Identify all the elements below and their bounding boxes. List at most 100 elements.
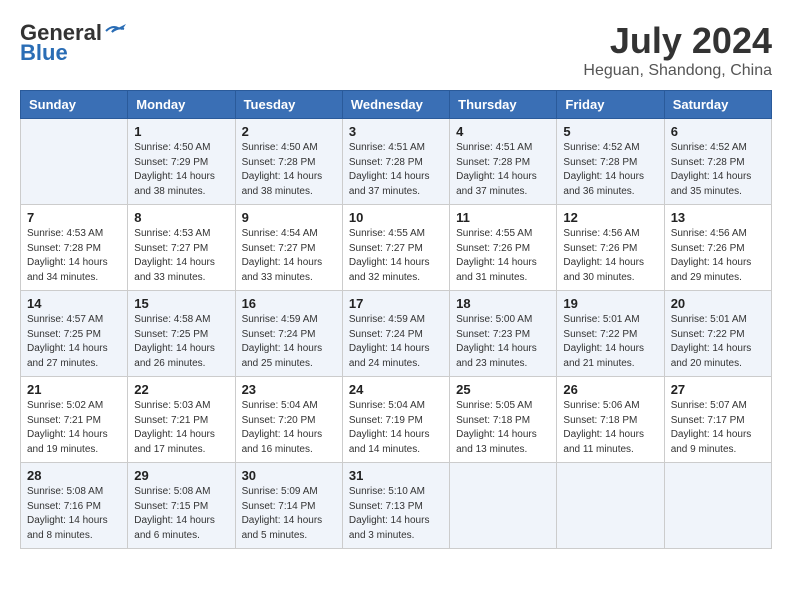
calendar-cell: 15 Sunrise: 4:58 AM Sunset: 7:25 PM Dayli…	[128, 291, 235, 377]
day-info: Sunrise: 5:08 AM Sunset: 7:15 PM Dayligh…	[134, 485, 228, 543]
day-number: 18	[456, 296, 550, 311]
day-info: Sunrise: 4:51 AM Sunset: 7:28 PM Dayligh…	[349, 141, 443, 199]
weekday-header-friday: Friday	[557, 91, 664, 119]
day-number: 14	[27, 296, 121, 311]
weekday-header-row: SundayMondayTuesdayWednesdayThursdayFrid…	[21, 91, 772, 119]
day-number: 9	[242, 210, 336, 225]
calendar-cell	[21, 119, 128, 205]
calendar-cell: 16 Sunrise: 4:59 AM Sunset: 7:24 PM Dayli…	[235, 291, 342, 377]
weekday-header-thursday: Thursday	[450, 91, 557, 119]
day-number: 1	[134, 124, 228, 139]
calendar-table: SundayMondayTuesdayWednesdayThursdayFrid…	[20, 90, 772, 549]
day-info: Sunrise: 5:07 AM Sunset: 7:17 PM Dayligh…	[671, 399, 765, 457]
calendar-week-row: 21Sunrise: 5:02 AM Sunset: 7:21 PM Dayli…	[21, 377, 772, 463]
day-info: Sunrise: 4:59 AM Sunset: 7:24 PM Dayligh…	[242, 313, 336, 371]
day-info: Sunrise: 4:52 AM Sunset: 7:28 PM Dayligh…	[563, 141, 657, 199]
calendar-cell: 1 Sunrise: 4:50 AM Sunset: 7:29 PM Daylig…	[128, 119, 235, 205]
day-info: Sunrise: 4:55 AM Sunset: 7:26 PM Dayligh…	[456, 227, 550, 285]
day-number: 13	[671, 210, 765, 225]
weekday-header-sunday: Sunday	[21, 91, 128, 119]
day-info: Sunrise: 5:08 AM Sunset: 7:16 PM Dayligh…	[27, 485, 121, 543]
day-number: 6	[671, 124, 765, 139]
calendar-cell: 27 Sunrise: 5:07 AM Sunset: 7:17 PM Dayli…	[664, 377, 771, 463]
day-info: Sunrise: 5:01 AM Sunset: 7:22 PM Dayligh…	[671, 313, 765, 371]
weekday-header-tuesday: Tuesday	[235, 91, 342, 119]
location-subtitle: Heguan, Shandong, China	[583, 62, 772, 80]
day-info: Sunrise: 5:10 AM Sunset: 7:13 PM Dayligh…	[349, 485, 443, 543]
day-info: Sunrise: 4:58 AM Sunset: 7:25 PM Dayligh…	[134, 313, 228, 371]
page-header: General Blue July 2024 Heguan, Shandong,…	[20, 20, 772, 80]
calendar-cell: 26 Sunrise: 5:06 AM Sunset: 7:18 PM Dayli…	[557, 377, 664, 463]
calendar-cell: 31Sunrise: 5:10 AM Sunset: 7:13 PM Dayli…	[342, 463, 449, 549]
day-number: 5	[563, 124, 657, 139]
calendar-cell: 6 Sunrise: 4:52 AM Sunset: 7:28 PM Daylig…	[664, 119, 771, 205]
day-info: Sunrise: 5:03 AM Sunset: 7:21 PM Dayligh…	[134, 399, 228, 457]
day-number: 12	[563, 210, 657, 225]
day-number: 25	[456, 382, 550, 397]
day-info: Sunrise: 5:04 AM Sunset: 7:20 PM Dayligh…	[242, 399, 336, 457]
logo-blue: Blue	[20, 40, 68, 66]
calendar-cell: 5 Sunrise: 4:52 AM Sunset: 7:28 PM Daylig…	[557, 119, 664, 205]
day-number: 17	[349, 296, 443, 311]
calendar-week-row: 7 Sunrise: 4:53 AM Sunset: 7:28 PM Daylig…	[21, 205, 772, 291]
day-info: Sunrise: 4:56 AM Sunset: 7:26 PM Dayligh…	[563, 227, 657, 285]
calendar-cell: 8Sunrise: 4:53 AM Sunset: 7:27 PM Daylig…	[128, 205, 235, 291]
day-number: 24	[349, 382, 443, 397]
logo: General Blue	[20, 20, 126, 66]
day-number: 22	[134, 382, 228, 397]
day-info: Sunrise: 5:01 AM Sunset: 7:22 PM Dayligh…	[563, 313, 657, 371]
day-info: Sunrise: 4:55 AM Sunset: 7:27 PM Dayligh…	[349, 227, 443, 285]
day-number: 29	[134, 468, 228, 483]
calendar-cell: 28 Sunrise: 5:08 AM Sunset: 7:16 PM Dayli…	[21, 463, 128, 549]
day-info: Sunrise: 5:05 AM Sunset: 7:18 PM Dayligh…	[456, 399, 550, 457]
weekday-header-saturday: Saturday	[664, 91, 771, 119]
day-number: 15	[134, 296, 228, 311]
day-number: 11	[456, 210, 550, 225]
day-info: Sunrise: 4:53 AM Sunset: 7:28 PM Dayligh…	[27, 227, 121, 285]
calendar-cell: 19Sunrise: 5:01 AM Sunset: 7:22 PM Dayli…	[557, 291, 664, 377]
calendar-cell	[557, 463, 664, 549]
calendar-cell: 18 Sunrise: 5:00 AM Sunset: 7:23 PM Dayli…	[450, 291, 557, 377]
day-number: 28	[27, 468, 121, 483]
day-number: 3	[349, 124, 443, 139]
calendar-cell	[664, 463, 771, 549]
day-number: 27	[671, 382, 765, 397]
day-number: 7	[27, 210, 121, 225]
day-info: Sunrise: 4:59 AM Sunset: 7:24 PM Dayligh…	[349, 313, 443, 371]
day-info: Sunrise: 4:51 AM Sunset: 7:28 PM Dayligh…	[456, 141, 550, 199]
day-number: 2	[242, 124, 336, 139]
day-info: Sunrise: 5:00 AM Sunset: 7:23 PM Dayligh…	[456, 313, 550, 371]
calendar-cell: 7 Sunrise: 4:53 AM Sunset: 7:28 PM Daylig…	[21, 205, 128, 291]
calendar-cell: 25 Sunrise: 5:05 AM Sunset: 7:18 PM Dayli…	[450, 377, 557, 463]
calendar-cell: 11 Sunrise: 4:55 AM Sunset: 7:26 PM Dayli…	[450, 205, 557, 291]
calendar-cell: 30 Sunrise: 5:09 AM Sunset: 7:14 PM Dayli…	[235, 463, 342, 549]
day-number: 26	[563, 382, 657, 397]
day-info: Sunrise: 5:06 AM Sunset: 7:18 PM Dayligh…	[563, 399, 657, 457]
calendar-cell: 17 Sunrise: 4:59 AM Sunset: 7:24 PM Dayli…	[342, 291, 449, 377]
calendar-cell: 24Sunrise: 5:04 AM Sunset: 7:19 PM Dayli…	[342, 377, 449, 463]
day-number: 23	[242, 382, 336, 397]
calendar-week-row: 14Sunrise: 4:57 AM Sunset: 7:25 PM Dayli…	[21, 291, 772, 377]
day-number: 30	[242, 468, 336, 483]
logo-bird-icon	[104, 23, 126, 39]
calendar-cell: 12 Sunrise: 4:56 AM Sunset: 7:26 PM Dayli…	[557, 205, 664, 291]
calendar-cell: 13Sunrise: 4:56 AM Sunset: 7:26 PM Dayli…	[664, 205, 771, 291]
day-number: 4	[456, 124, 550, 139]
day-number: 10	[349, 210, 443, 225]
day-number: 16	[242, 296, 336, 311]
day-info: Sunrise: 5:09 AM Sunset: 7:14 PM Dayligh…	[242, 485, 336, 543]
weekday-header-wednesday: Wednesday	[342, 91, 449, 119]
calendar-cell: 3 Sunrise: 4:51 AM Sunset: 7:28 PM Daylig…	[342, 119, 449, 205]
day-info: Sunrise: 4:54 AM Sunset: 7:27 PM Dayligh…	[242, 227, 336, 285]
day-number: 20	[671, 296, 765, 311]
calendar-cell: 23 Sunrise: 5:04 AM Sunset: 7:20 PM Dayli…	[235, 377, 342, 463]
day-info: Sunrise: 4:50 AM Sunset: 7:29 PM Dayligh…	[134, 141, 228, 199]
calendar-cell: 22 Sunrise: 5:03 AM Sunset: 7:21 PM Dayli…	[128, 377, 235, 463]
calendar-cell: 29 Sunrise: 5:08 AM Sunset: 7:15 PM Dayli…	[128, 463, 235, 549]
day-number: 21	[27, 382, 121, 397]
day-info: Sunrise: 4:52 AM Sunset: 7:28 PM Dayligh…	[671, 141, 765, 199]
calendar-cell: 2Sunrise: 4:50 AM Sunset: 7:28 PM Daylig…	[235, 119, 342, 205]
title-block: July 2024 Heguan, Shandong, China	[583, 20, 772, 80]
month-year-title: July 2024	[583, 20, 772, 62]
day-info: Sunrise: 4:53 AM Sunset: 7:27 PM Dayligh…	[134, 227, 228, 285]
